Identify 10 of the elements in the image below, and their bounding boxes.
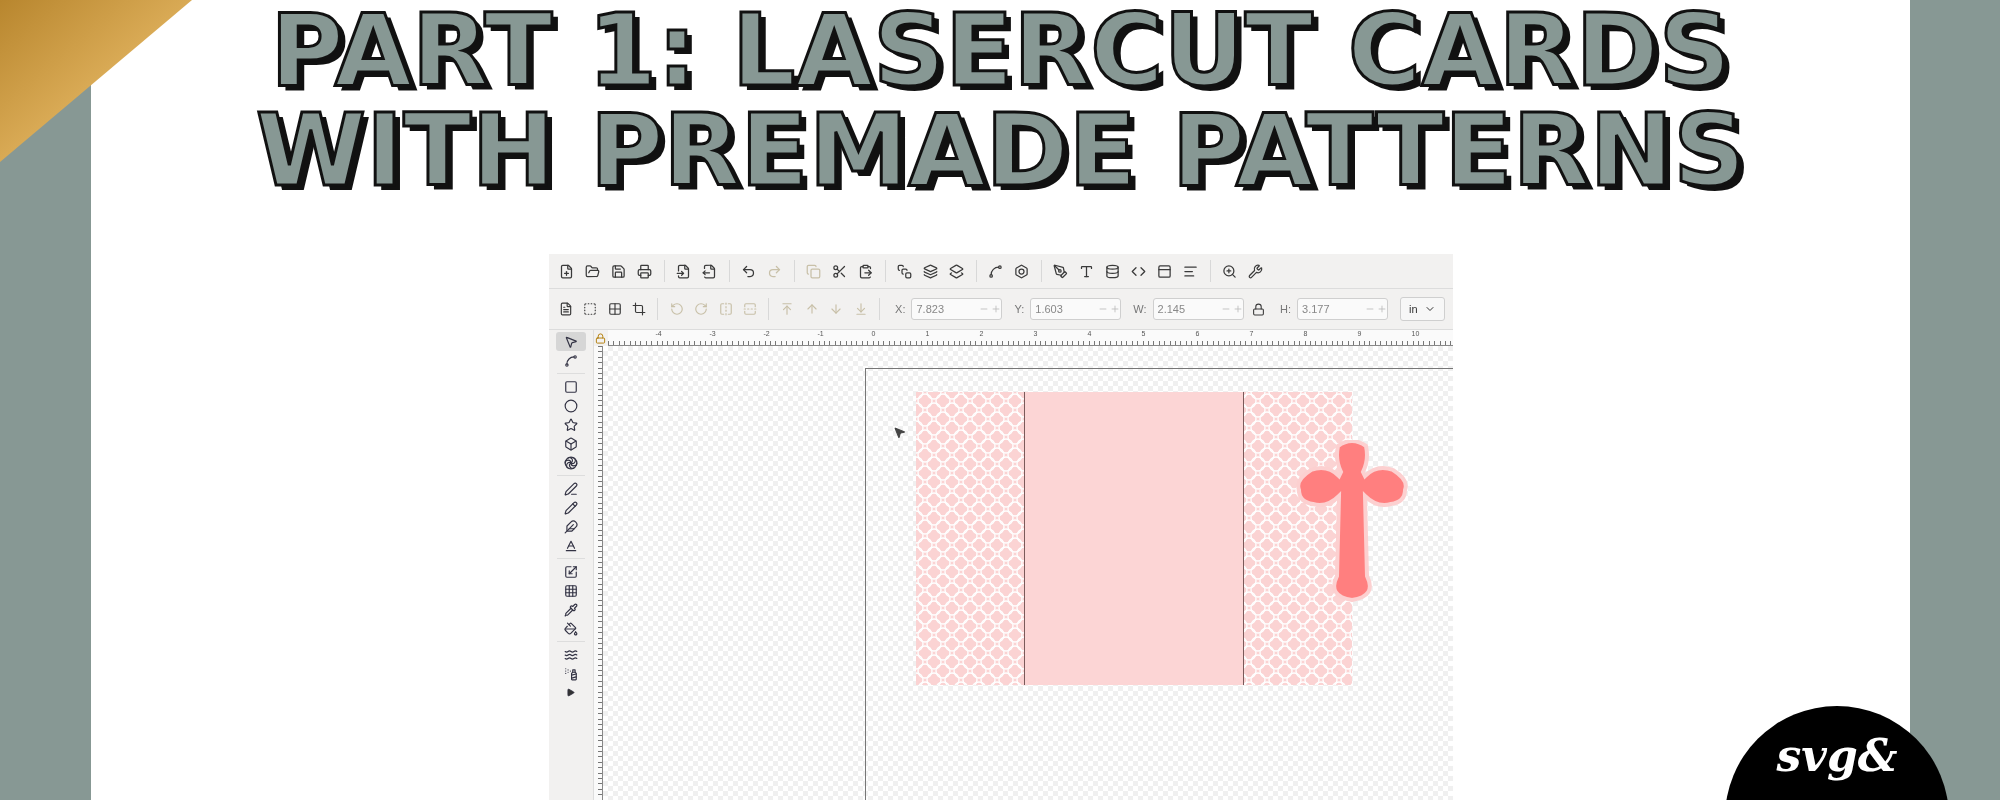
- field-label: X:: [895, 303, 906, 315]
- field-label: Y:: [1014, 303, 1025, 315]
- headline: PART 1: LASERCUT CARDS: [270, 2, 1731, 100]
- field-label: H:: [1280, 303, 1291, 315]
- move-cursor-icon: [892, 426, 906, 439]
- headline: WITH PREMADE PATTERNS: [255, 102, 1746, 200]
- logo-text: svg&: [1776, 730, 1898, 782]
- pointer-icon[interactable]: [555, 332, 586, 351]
- field-label: W:: [1133, 303, 1147, 315]
- unit-dropdown[interactable]: in: [1400, 297, 1445, 321]
